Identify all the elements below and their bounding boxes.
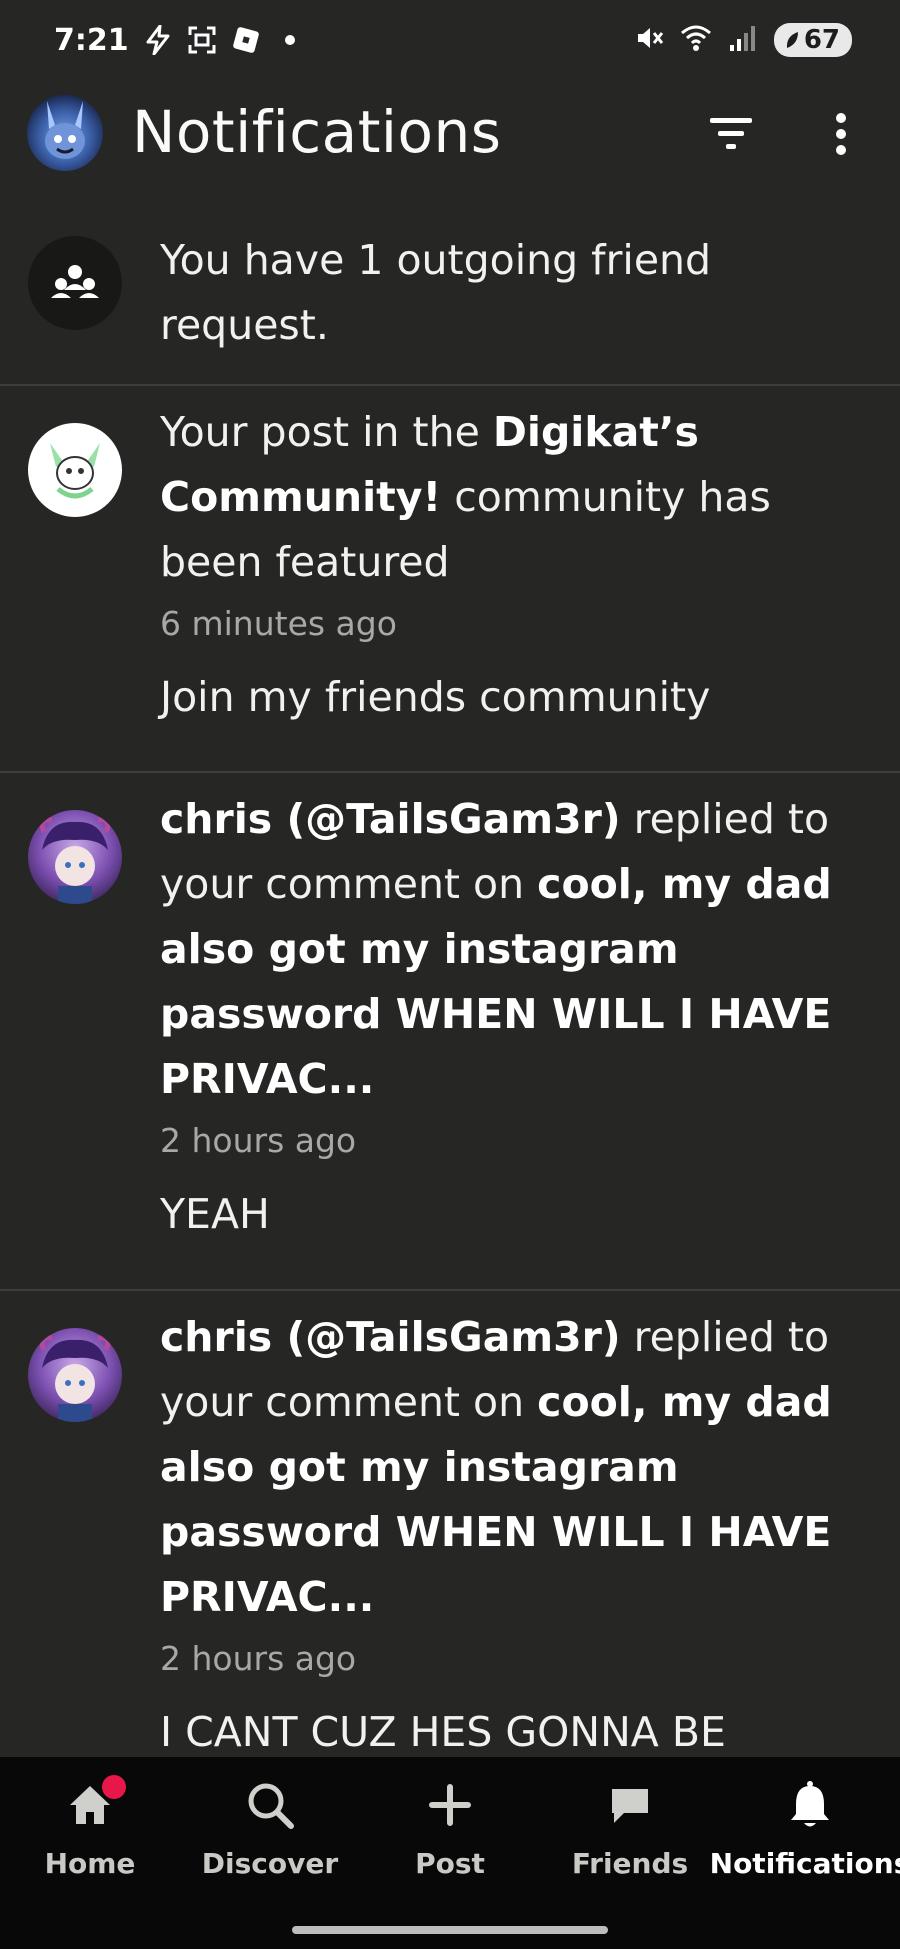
nav-label: Notifications [709, 1847, 900, 1880]
nav-friends[interactable]: Friends [540, 1775, 720, 1880]
notification-featured-post[interactable]: Your post in the Digikat’s Community! co… [0, 386, 900, 773]
status-bar: 7:21 67 [0, 0, 900, 80]
notification-time: 6 minutes ago [160, 604, 397, 643]
notification-text: chris (@TailsGam3r) replied to your comm… [160, 1305, 860, 1630]
mute-icon [634, 23, 664, 57]
user-name[interactable]: chris (@TailsGam3r) [160, 1313, 621, 1361]
signal-icon [728, 23, 758, 57]
status-right: 67 [634, 23, 852, 57]
notification-reply[interactable]: chris (@TailsGam3r) replied to your comm… [0, 1291, 900, 1791]
bottom-navigation: Home Discover Post Friends Notifications [0, 1757, 900, 1949]
friends-group-icon [51, 265, 99, 298]
flash-icon [143, 25, 173, 55]
filter-icon [710, 118, 752, 149]
user-avatar[interactable] [28, 810, 122, 904]
app-header: Notifications [0, 86, 900, 186]
more-options-button[interactable] [826, 110, 856, 158]
notification-prefix: Your post in the [160, 408, 493, 456]
home-indicator[interactable] [292, 1926, 608, 1934]
nav-label: Discover [201, 1847, 339, 1880]
filter-button[interactable] [706, 112, 756, 156]
search-icon [240, 1775, 300, 1835]
notification-time: 2 hours ago [160, 1121, 357, 1160]
nav-label: Post [415, 1847, 485, 1880]
nav-label: Home [44, 1847, 136, 1880]
community-avatar [28, 423, 122, 517]
status-left: 7:21 [54, 23, 305, 58]
notification-text: chris (@TailsGam3r) replied to your comm… [160, 787, 860, 1112]
nav-notifications[interactable]: Notifications [710, 1775, 900, 1880]
nav-home[interactable]: Home [0, 1775, 180, 1880]
notification-text: Your post in the Digikat’s Community! co… [160, 400, 860, 595]
nav-label: Friends [571, 1847, 689, 1880]
notification-preview: YEAH [160, 1190, 270, 1238]
notification-time: 2 hours ago [160, 1639, 357, 1678]
page-title: Notifications [132, 98, 502, 166]
battery-leaf-icon [786, 32, 798, 48]
profile-avatar[interactable] [27, 95, 103, 171]
notification-text: You have 1 outgoing friend request. [160, 236, 712, 349]
screenshot-icon [187, 25, 217, 55]
more-vert-icon [836, 113, 846, 155]
dot-icon [275, 25, 305, 55]
status-time: 7:21 [54, 22, 129, 58]
notification-badge [102, 1775, 126, 1799]
wifi-icon [680, 24, 712, 56]
battery-level: 67 [803, 25, 840, 55]
nav-discover[interactable]: Discover [180, 1775, 360, 1880]
plus-icon [420, 1775, 480, 1835]
battery-indicator: 67 [773, 23, 852, 57]
notification-friend-request[interactable]: You have 1 outgoing friend request. [0, 216, 900, 386]
notification-reply[interactable]: chris (@TailsGam3r) replied to your comm… [0, 773, 900, 1291]
notification-list: You have 1 outgoing friend request. Your… [0, 216, 900, 1791]
home-icon [60, 1775, 126, 1835]
bell-icon [780, 1775, 840, 1835]
roblox-icon [231, 25, 261, 55]
nav-post[interactable]: Post [360, 1775, 540, 1880]
user-avatar[interactable] [28, 1328, 122, 1422]
notification-preview: I CANT CUZ HES GONNA BE [160, 1708, 726, 1756]
chat-icon [600, 1775, 660, 1835]
user-name[interactable]: chris (@TailsGam3r) [160, 795, 621, 843]
notification-preview: Join my friends community [160, 673, 711, 721]
friends-avatar [28, 236, 122, 330]
